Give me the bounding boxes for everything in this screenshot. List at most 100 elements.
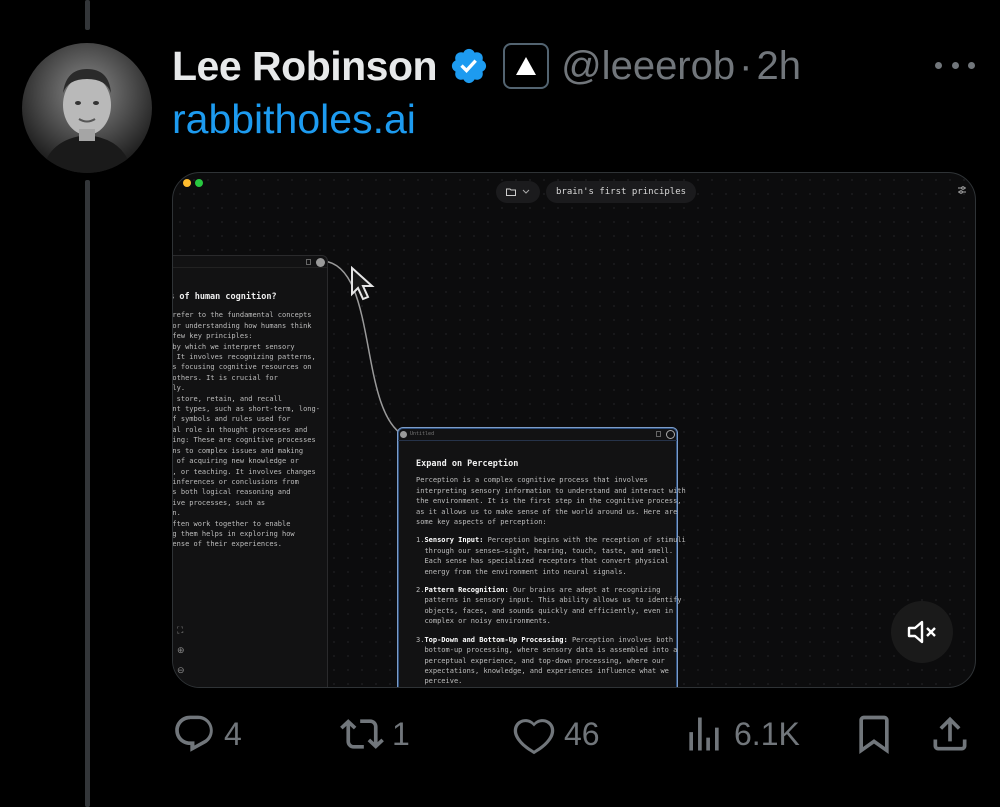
left-card-line: t. It involves recognizing patterns, — [172, 353, 316, 362]
like-count: 46 — [564, 715, 600, 752]
list-item-text: Sensory Input: Perception begins with th… — [424, 535, 685, 577]
list-item: 3. Top-Down and Bottom-Up Processing: Per… — [416, 635, 677, 687]
like-icon — [513, 719, 555, 755]
list-item-text: Top-Down and Bottom-Up Processing: Perce… — [424, 635, 677, 687]
copy-icon — [306, 259, 311, 265]
reply-icon — [175, 715, 213, 752]
like-button[interactable]: 46 — [512, 708, 600, 760]
left-card-line: g inferences or conclusions from — [172, 477, 299, 486]
vercel-triangle-icon — [516, 57, 537, 75]
list-item-line: Each sense has specialized receptors tha… — [424, 557, 669, 566]
list-item-number: 1. — [416, 536, 425, 545]
left-card-line: for understanding how humans think — [172, 321, 312, 330]
share-icon — [933, 716, 967, 751]
left-card-heading: es of human cognition? — [172, 292, 277, 302]
repost-button[interactable]: 1 — [340, 708, 410, 760]
zoom-out-icon: ⊖ — [177, 665, 185, 675]
left-card-line: s by which we interpret sensory — [172, 342, 295, 351]
list-item-line: perceive. — [424, 677, 463, 686]
mute-button[interactable] — [891, 601, 953, 663]
left-card-line: often work together to enable — [172, 519, 291, 528]
tweet-header: Lee Robinson @leeerob · 2h — [172, 38, 801, 94]
list-item-line: Perception begins with the reception of … — [483, 536, 686, 545]
left-card-line: des both logical reasoning and — [172, 488, 291, 497]
main-card-intro: Perception is a complex cognitive proces… — [416, 475, 686, 527]
left-card-line: a few key principles: — [172, 332, 253, 341]
views-count: 6.1K — [734, 715, 800, 752]
main-card-intro-line: interpreting sensory information to unde… — [416, 486, 686, 495]
tweet-link[interactable]: rabbitholes.ai — [172, 96, 416, 143]
main-card-list: 1. Sensory Input: Perception begins with … — [416, 535, 686, 687]
left-card-line: ss of acquiring new knowledge or — [172, 457, 299, 466]
bookmark-icon — [859, 715, 889, 755]
node-handle-output — [666, 430, 675, 439]
bookmark-button[interactable] — [852, 708, 896, 760]
list-item-line: perceptual experience, and top-down proc… — [424, 656, 665, 665]
list-item-title: Pattern Recognition: — [424, 586, 509, 595]
left-card-line: itive processes, such as — [172, 498, 266, 507]
list-item-line: complex or noisy environments. — [424, 617, 551, 626]
list-item-line: energy from the environment into neural … — [424, 567, 627, 576]
left-card-line: of symbols and rules used for — [172, 415, 291, 424]
list-item-title: Sensory Input: — [424, 536, 484, 545]
list-item-line: through our senses—sight, hearing, touch… — [424, 546, 674, 555]
main-card-intro-line: the environment. It is the first step in… — [416, 497, 682, 506]
left-card-line: ions to complex issues and making — [172, 446, 304, 455]
author-handle[interactable]: @leeerob — [561, 44, 735, 89]
views-icon — [689, 717, 719, 751]
left-card-line: to store, retain, and recall — [172, 394, 283, 403]
left-card-line: dy, or teaching. It involves changes — [172, 467, 316, 476]
main-card-intro-line: Perception is a complex cognitive proces… — [416, 476, 648, 485]
list-item-text: Pattern Recognition: Our brains are adep… — [424, 585, 681, 627]
list-item-line: Our brains are adept at recognizing — [508, 586, 661, 595]
list-item-line: bottom-up processing, where sensory data… — [424, 646, 678, 655]
left-card-line: sense of their experiences. — [172, 540, 283, 549]
avatar[interactable] — [22, 43, 152, 173]
list-item-line: expectations, knowledge, and experiences… — [424, 666, 669, 675]
left-card-line: aking: These are cognitive processes — [172, 436, 316, 445]
affiliate-badge[interactable] — [503, 43, 550, 89]
share-button[interactable] — [928, 708, 972, 760]
list-item: 2. Pattern Recognition: Our brains are ad… — [416, 585, 682, 627]
video-media[interactable]: brain's first principles es of human cog… — [172, 172, 976, 688]
repost-count: 1 — [392, 715, 410, 752]
mouse-cursor-icon — [351, 266, 375, 301]
thread-line-top — [85, 0, 90, 30]
node-handle — [316, 258, 325, 267]
copy-icon — [656, 431, 661, 437]
tweet-actions: 4 1 46 6.1K — [172, 708, 976, 760]
reply-count: 4 — [224, 715, 242, 752]
timestamp[interactable]: 2h — [756, 44, 801, 89]
left-card-line: g others. It is crucial for — [172, 373, 278, 382]
views-button[interactable]: 6.1K — [682, 708, 800, 760]
main-card-intro-line: as it allows us to make sense of the wor… — [416, 507, 678, 516]
left-card-line: ntly. — [172, 384, 186, 393]
left-node-card: es of human cognition? n refer to the fu… — [172, 255, 328, 687]
main-card-intro-line: some key aspects of perception: — [416, 518, 547, 527]
reply-button[interactable]: 4 — [172, 708, 242, 760]
list-item-number: 3. — [416, 635, 425, 644]
main-card-heading: Expand on Perception — [416, 459, 519, 469]
main-card-toolbar-label: Untitled — [410, 431, 435, 437]
zoom-in-icon: ⊕ — [177, 645, 185, 655]
repost-icon — [340, 719, 384, 749]
list-item-line: patterns in sensory input. This ability … — [424, 596, 682, 605]
left-card-line: ing them helps in exploring how — [172, 529, 295, 538]
main-node-card: Untitled Expand on Perception Perception… — [397, 427, 686, 687]
node-handle — [400, 431, 407, 438]
more-icon[interactable] — [935, 50, 975, 80]
list-item-title: Top-Down and Bottom-Up Processing: — [424, 635, 568, 644]
list-item-line: Perception involves both — [567, 635, 674, 644]
list-item: 1. Sensory Input: Perception begins with … — [416, 535, 686, 577]
left-card-line: ion. — [172, 509, 181, 518]
list-item-line: objects, faces, and sounds quickly and e… — [424, 606, 674, 615]
left-card-line: rent types, such as short-term, long- — [172, 405, 320, 414]
author-name[interactable]: Lee Robinson — [172, 43, 438, 90]
separator: · — [739, 43, 753, 88]
fit-view-icon: ⛶ — [177, 625, 184, 635]
thread-line-bottom — [85, 180, 90, 807]
verified-badge-icon — [451, 48, 487, 84]
left-card-line: ical role in thought processes and — [172, 425, 308, 434]
canvas-tools: ⛶ ⊕ ⊖ — [177, 625, 189, 685]
left-card-line: ves focusing cognitive resources on — [172, 363, 312, 372]
